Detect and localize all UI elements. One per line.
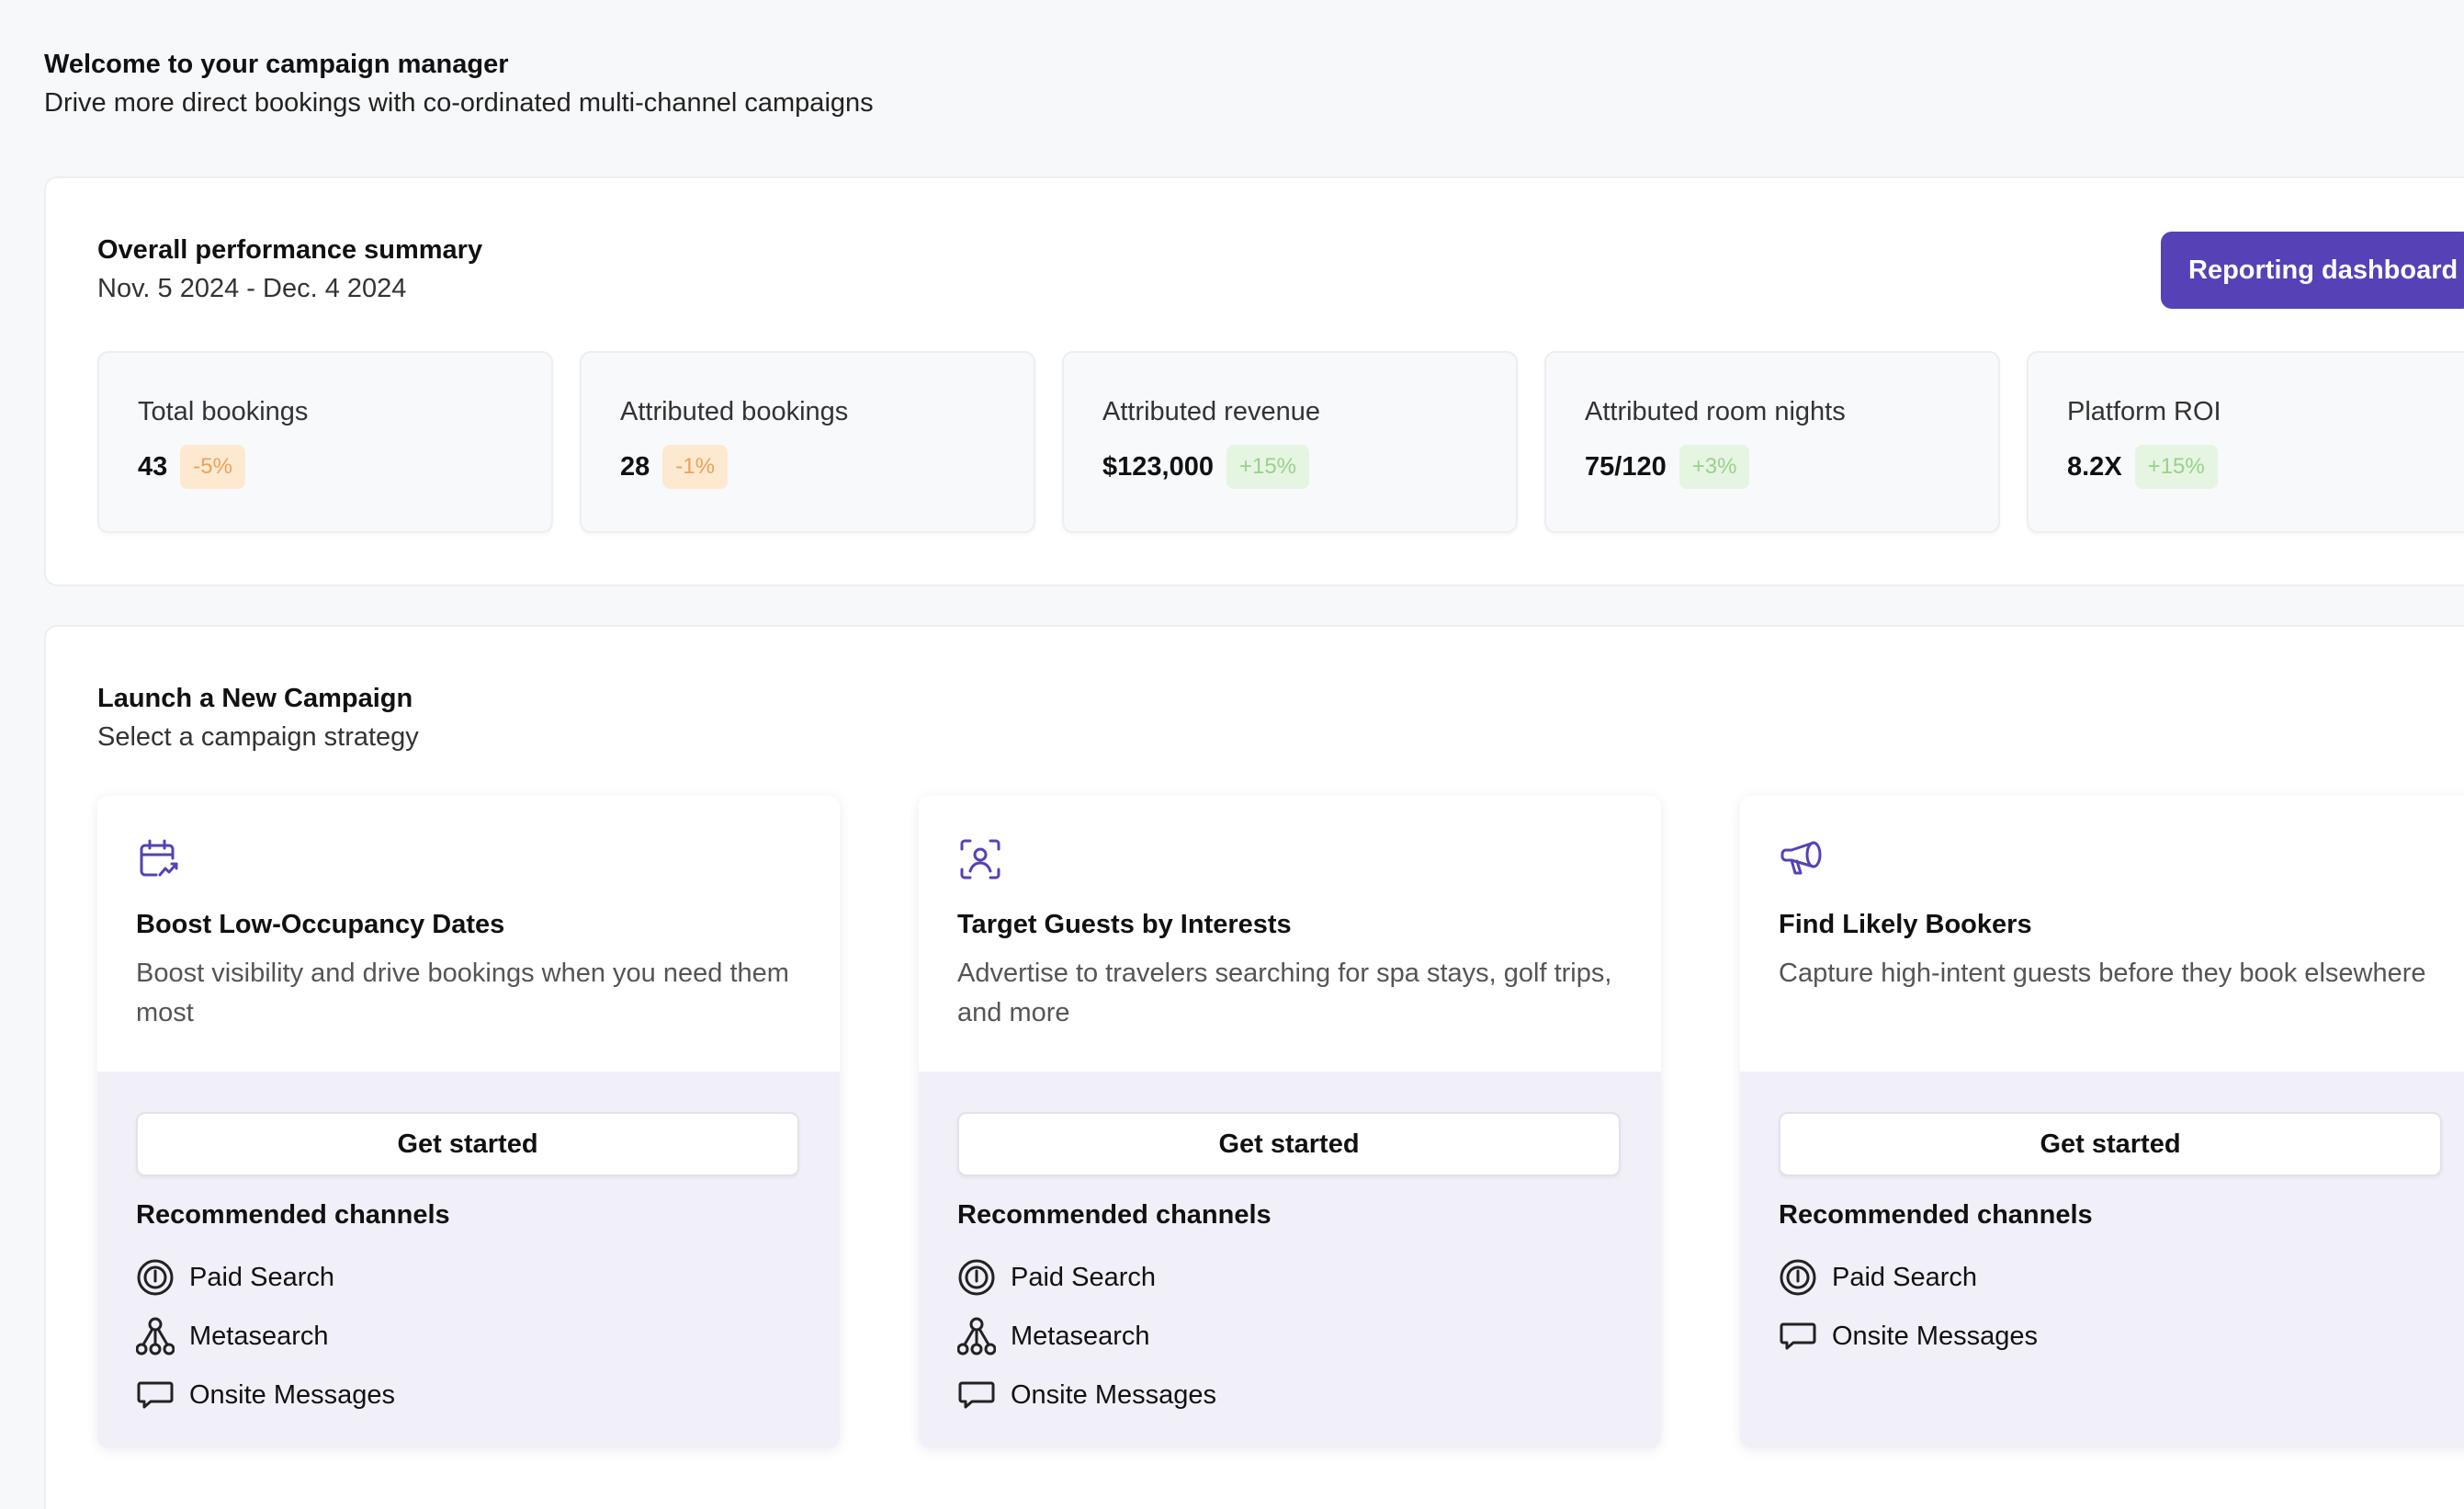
metric-value: 8.2X: [2067, 451, 2122, 482]
metric-value: 28: [620, 451, 650, 482]
chat-bubble-icon: [1779, 1317, 1817, 1356]
metric-value: $123,000: [1102, 451, 1214, 482]
channel-item-paid-search: Paid Search: [957, 1248, 1216, 1307]
metric-value: 75/120: [1585, 451, 1667, 482]
metric-label: Attributed bookings: [620, 397, 849, 426]
metric-label: Platform ROI: [2067, 397, 2221, 426]
paid-search-icon: [136, 1258, 175, 1297]
channel-list: Paid Search Metasearch Onsite Messages: [957, 1248, 1216, 1424]
card-description: Boost visibility and drive bookings when…: [136, 959, 789, 1027]
metasearch-icon: [136, 1317, 175, 1356]
channel-label: Onsite Messages: [189, 1379, 396, 1410]
welcome-header: Welcome to your campaign manager Drive m…: [44, 48, 874, 121]
campaign-section-title: Launch a New Campaign: [97, 684, 413, 713]
reporting-dashboard-button[interactable]: Reporting dashboard: [2161, 232, 2464, 309]
metric-change-badge: +3%: [1678, 445, 1750, 489]
metric-value: 43: [138, 451, 168, 482]
recommended-channels-title: Recommended channels: [136, 1200, 450, 1230]
page-subtitle: Drive more direct bookings with co-ordin…: [44, 88, 874, 118]
channel-item-metasearch: Metasearch: [136, 1307, 395, 1366]
channel-item-onsite-messages: Onsite Messages: [1779, 1307, 2038, 1366]
recommended-channels-title: Recommended channels: [1779, 1200, 2093, 1230]
paid-search-icon: [1779, 1258, 1817, 1297]
chat-bubble-icon: [136, 1376, 175, 1414]
metric-change-badge: +15%: [1226, 445, 1310, 489]
campaign-section-subtitle: Select a campaign strategy: [97, 722, 419, 752]
metric-change-badge: -5%: [180, 445, 245, 489]
performance-summary-panel: Overall performance summary Nov. 5 2024 …: [44, 176, 2464, 586]
card-description: Capture high-intent guests before they b…: [1779, 959, 2426, 988]
megaphone-icon: [1779, 836, 1825, 882]
channel-label: Metasearch: [1011, 1321, 1150, 1351]
channel-label: Paid Search: [189, 1262, 334, 1292]
calendar-trend-icon: [136, 836, 182, 882]
get-started-button[interactable]: Get started: [957, 1112, 1621, 1176]
channel-item-onsite-messages: Onsite Messages: [957, 1366, 1216, 1424]
metric-card-attributed-room-nights: Attributed room nights 75/120 +3%: [1544, 351, 2000, 533]
campaign-card-target-guests[interactable]: Target Guests by Interests Advertise to …: [919, 796, 1661, 1448]
channel-label: Onsite Messages: [1011, 1379, 1217, 1410]
card-title: Target Guests by Interests: [957, 910, 1292, 939]
campaign-card-boost-low-occupancy[interactable]: Boost Low-Occupancy Dates Boost visibili…: [97, 796, 840, 1448]
channel-label: Paid Search: [1011, 1262, 1156, 1292]
get-started-button[interactable]: Get started: [1779, 1112, 2442, 1176]
metasearch-icon: [957, 1317, 996, 1356]
channel-label: Metasearch: [189, 1321, 329, 1351]
channel-item-paid-search: Paid Search: [1779, 1248, 2038, 1307]
chat-bubble-icon: [957, 1376, 996, 1414]
channel-label: Paid Search: [1832, 1262, 1977, 1292]
performance-date-range: Nov. 5 2024 - Dec. 4 2024: [97, 274, 407, 303]
campaign-card-find-likely-bookers[interactable]: Find Likely Bookers Capture high-intent …: [1740, 796, 2464, 1448]
channel-label: Onsite Messages: [1832, 1321, 2039, 1351]
user-focus-icon: [957, 836, 1003, 882]
channel-item-metasearch: Metasearch: [957, 1307, 1216, 1366]
metric-card-attributed-revenue: Attributed revenue $123,000 +15%: [1062, 351, 1518, 533]
get-started-button[interactable]: Get started: [136, 1112, 799, 1176]
card-description: Advertise to travelers searching for spa…: [957, 959, 1612, 1027]
campaign-manager-page: Welcome to your campaign manager Drive m…: [0, 0, 2464, 1509]
channel-list: Paid Search Onsite Messages: [1779, 1248, 2038, 1366]
channel-list: Paid Search Metasearch Onsite Messages: [136, 1248, 395, 1424]
launch-campaign-panel: Launch a New Campaign Select a campaign …: [44, 625, 2464, 1509]
channel-item-onsite-messages: Onsite Messages: [136, 1366, 395, 1424]
page-title: Welcome to your campaign manager: [44, 50, 509, 79]
channel-item-paid-search: Paid Search: [136, 1248, 395, 1307]
metric-label: Total bookings: [138, 397, 309, 426]
metric-label: Attributed room nights: [1585, 397, 1846, 426]
performance-title: Overall performance summary: [97, 235, 483, 265]
card-title: Find Likely Bookers: [1779, 910, 2032, 939]
recommended-channels-title: Recommended channels: [957, 1200, 1272, 1230]
metric-change-badge: -1%: [662, 445, 728, 489]
metric-change-badge: +15%: [2134, 445, 2218, 489]
metric-card-platform-roi: Platform ROI 8.2X +15%: [2027, 351, 2464, 533]
paid-search-icon: [957, 1258, 996, 1297]
metric-label: Attributed revenue: [1102, 397, 1320, 426]
metric-card-attributed-bookings: Attributed bookings 28 -1%: [580, 351, 1035, 533]
card-title: Boost Low-Occupancy Dates: [136, 910, 505, 939]
metric-card-total-bookings: Total bookings 43 -5%: [97, 351, 553, 533]
